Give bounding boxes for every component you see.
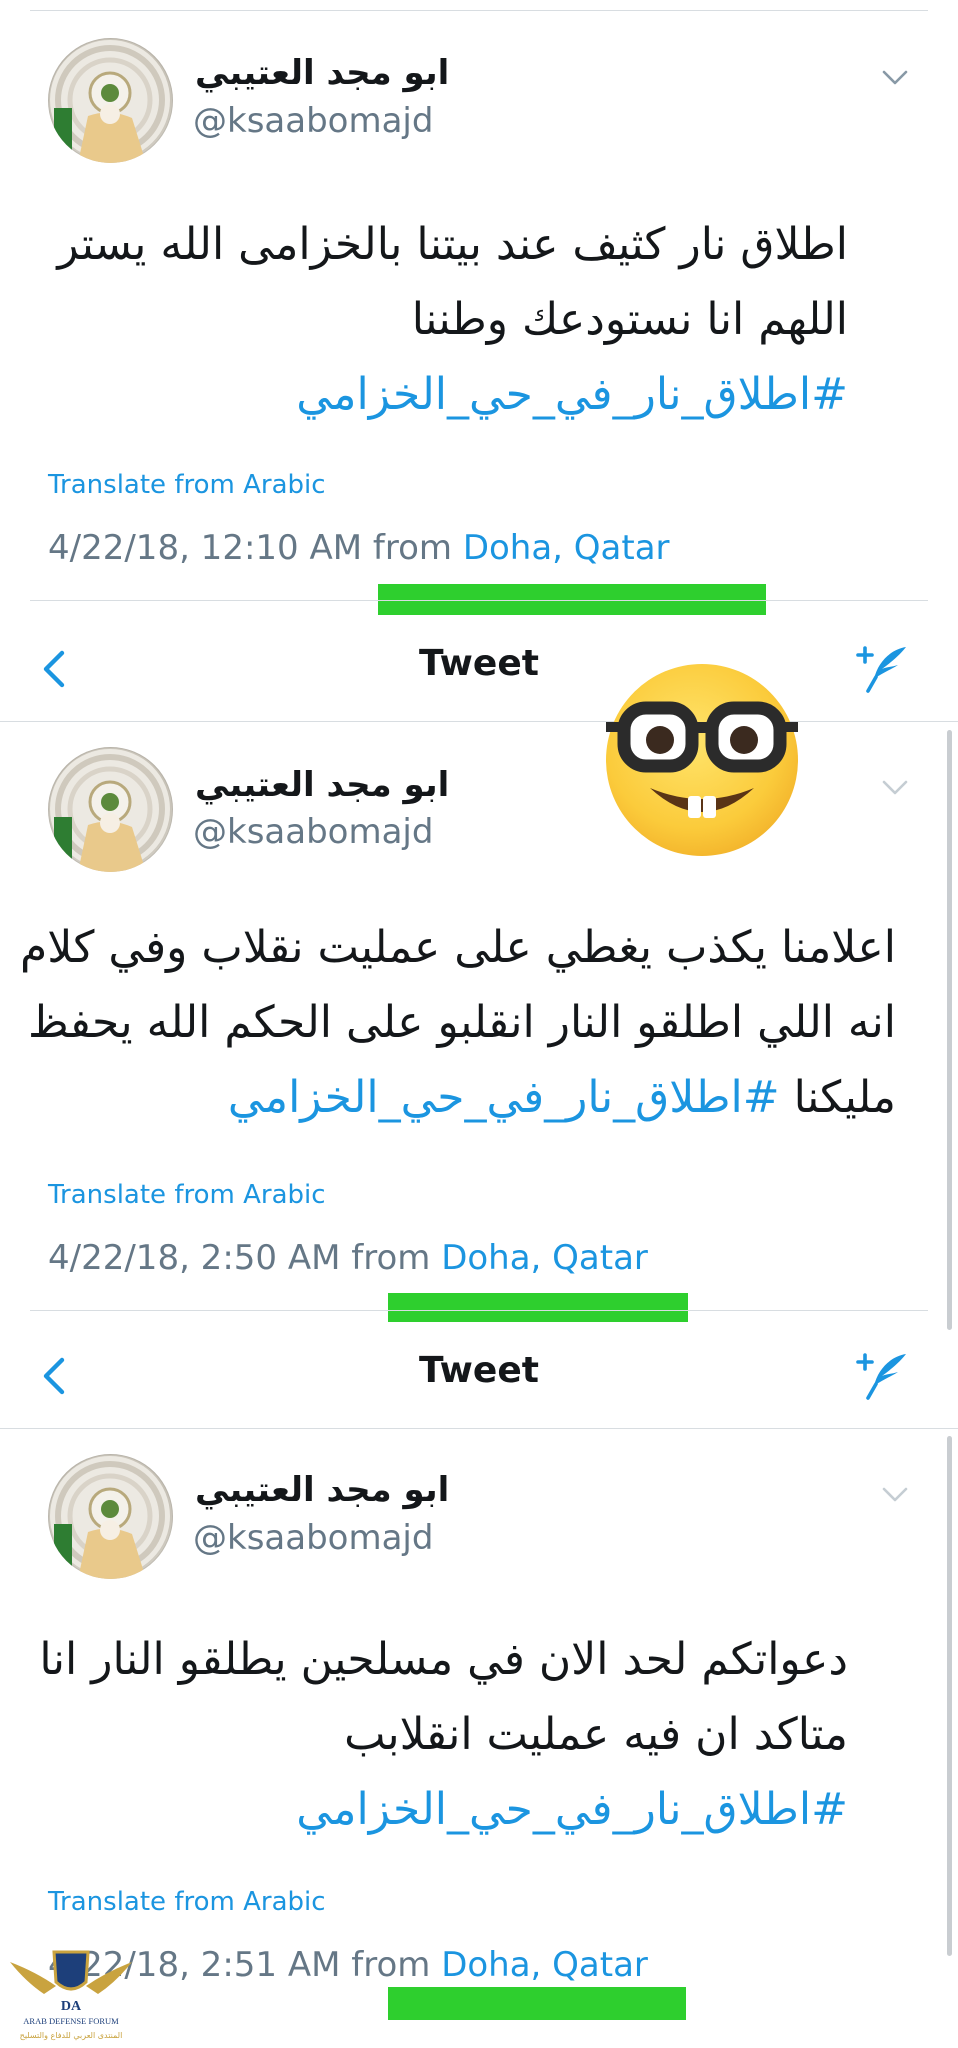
- author-handle[interactable]: @ksaabomajd: [193, 104, 433, 138]
- chevron-down-icon[interactable]: [882, 70, 908, 86]
- translate-link[interactable]: Translate from Arabic: [48, 1887, 326, 1917]
- tweet-text-line: متاكد ان فيه عمليت انقلابب: [344, 1709, 848, 1760]
- divider: [30, 1310, 928, 1311]
- twitter-thread-screenshot: ابو مجد العتيبي @ksaabomajd اطلاق نار كث…: [0, 0, 958, 2048]
- avatar-image: [50, 1456, 170, 1579]
- location-link[interactable]: Doha, Qatar: [441, 1945, 648, 1985]
- chevron-down-icon[interactable]: [882, 1487, 908, 1503]
- page-title: Tweet: [419, 643, 539, 684]
- avatar[interactable]: [48, 38, 173, 163]
- tweet-text-line: اطلاق نار كثيف عند بيتنا بالخزامى الله ي…: [57, 219, 848, 270]
- tweet-text-fragment: مليكنا: [793, 1072, 896, 1123]
- tweet-text: اطلاق نار كثيف عند بيتنا بالخزامى الله ي…: [57, 207, 848, 432]
- tweet-text: دعواتكم لحد الان في مسلحين يطلقو النار ا…: [39, 1622, 848, 1847]
- author-name[interactable]: ابو مجد العتيبي: [195, 56, 449, 90]
- tweet-1: ابو مجد العتيبي @ksaabomajd اطلاق نار كث…: [0, 0, 958, 620]
- hashtag-link[interactable]: #اطلاق_نار_في_حي_الخزامي: [68, 357, 848, 432]
- tweet-metadata: 4/22/18, 2:50 AM from Doha, Qatar: [48, 1238, 648, 1278]
- author-handle[interactable]: @ksaabomajd: [193, 1521, 433, 1555]
- translate-link[interactable]: Translate from Arabic: [48, 1180, 326, 1210]
- svg-text:DA: DA: [61, 1999, 82, 2014]
- tweet-text: اعلامنا يكذب يغطي على عمليت نقلاب وفي كل…: [19, 910, 896, 1135]
- tweet-text-line: اعلامنا يكذب يغطي على عمليت نقلاب وفي كل…: [19, 922, 896, 973]
- hashtag-link[interactable]: #اطلاق_نار_في_حي_الخزامي: [68, 1772, 848, 1847]
- tweet-text-line: دعواتكم لحد الان في مسلحين يطلقو النار ا…: [39, 1634, 848, 1685]
- divider: [30, 600, 928, 601]
- location-link[interactable]: Doha, Qatar: [441, 1238, 648, 1278]
- tweet-text-line: انه اللي اطلقو النار انقلبو على الحكم ال…: [27, 997, 896, 1048]
- tweet-3: ابو مجد العتيبي @ksaabomajd دعواتكم لحد …: [0, 1429, 958, 2048]
- tweet-text-line: اللهم انا نستودعك وطننا: [411, 294, 848, 345]
- avatar-image: [50, 749, 170, 872]
- timestamp: 4/22/18, 12:10 AM from: [48, 528, 452, 568]
- compose-tweet-icon[interactable]: [852, 643, 912, 695]
- redaction-bar: [388, 1987, 686, 2020]
- forum-logo-watermark: DA ARAB DEFENSE FORUM المنتدى العربي للد…: [6, 1942, 136, 2048]
- chevron-down-icon[interactable]: [882, 780, 908, 796]
- avatar[interactable]: [48, 747, 173, 872]
- avatar-image: [50, 40, 170, 163]
- tweet-metadata: 4/22/18, 12:10 AM from Doha, Qatar: [48, 528, 670, 568]
- divider: [30, 10, 928, 11]
- scrollbar[interactable]: [947, 1436, 952, 1956]
- tweet-navbar: Tweet: [0, 615, 958, 722]
- scrollbar[interactable]: [947, 730, 952, 1330]
- tweet-text-line: مليكنا #اطلاق_نار_في_حي_الخزامي: [56, 1060, 896, 1135]
- compose-tweet-icon[interactable]: [852, 1350, 912, 1402]
- author-name[interactable]: ابو مجد العتيبي: [195, 1473, 449, 1507]
- tweet-metadata: 4/22/18, 2:51 AM from Doha, Qatar: [48, 1945, 648, 1985]
- translate-link[interactable]: Translate from Arabic: [48, 470, 326, 500]
- tweet-2: ابو مجد العتيبي @ksaabomajd اعلامنا يكذب…: [0, 722, 958, 1322]
- tweet-navbar: Tweet: [0, 1322, 958, 1429]
- nerd-face-emoji: [602, 660, 802, 860]
- page-title: Tweet: [419, 1350, 539, 1391]
- svg-text:ARAB DEFENSE FORUM: ARAB DEFENSE FORUM: [23, 2016, 119, 2026]
- author-name[interactable]: ابو مجد العتيبي: [195, 768, 449, 802]
- author-handle[interactable]: @ksaabomajd: [193, 815, 433, 849]
- hashtag-link[interactable]: #اطلاق_نار_في_حي_الخزامي: [228, 1072, 780, 1123]
- location-link[interactable]: Doha, Qatar: [463, 528, 670, 568]
- timestamp: 4/22/18, 2:50 AM from: [48, 1238, 431, 1278]
- avatar[interactable]: [48, 1454, 173, 1579]
- svg-text:المنتدى العربي للدفاع والتسليح: المنتدى العربي للدفاع والتسليح: [20, 2031, 123, 2040]
